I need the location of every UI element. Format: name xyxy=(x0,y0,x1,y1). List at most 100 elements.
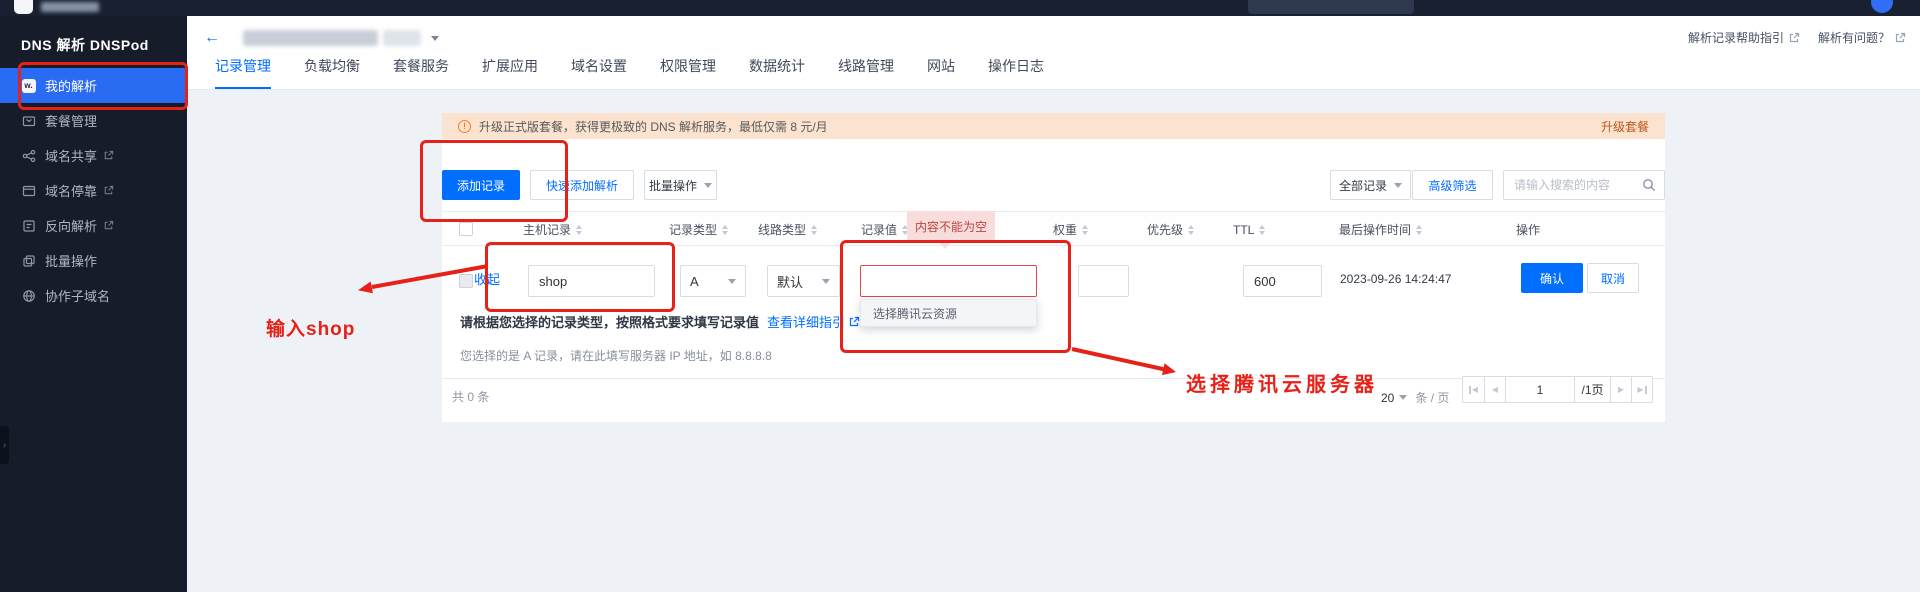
select-all-checkbox[interactable] xyxy=(459,222,473,236)
notice-text: 升级正式版套餐，获得更极致的 DNS 解析服务，最低仅需 8 元/月 xyxy=(479,118,828,135)
header-help-links: 解析记录帮助指引 解析有问题？ xyxy=(1688,29,1906,46)
batch-operation-button[interactable]: 批量操作 xyxy=(644,170,717,200)
tab-website[interactable]: 网站 xyxy=(927,56,955,89)
page-size-select[interactable]: 20 条 / 页 xyxy=(1381,389,1449,406)
back-arrow-icon[interactable]: ← xyxy=(204,29,220,47)
last-page-button[interactable]: ▶ xyxy=(1631,377,1652,402)
col-header-line-type[interactable]: 线路类型 xyxy=(758,212,817,247)
help-guide-link[interactable]: 解析记录帮助指引 xyxy=(1688,29,1800,46)
col-header-last-operated[interactable]: 最后操作时间 xyxy=(1339,212,1422,247)
sidebar-collapse-handle[interactable]: › xyxy=(0,426,9,464)
ttl-input[interactable] xyxy=(1243,265,1322,297)
search-icon[interactable] xyxy=(1642,178,1656,197)
record-value-input[interactable] xyxy=(860,265,1037,297)
page-number-box xyxy=(1505,377,1574,402)
domain-suffix-blurred[interactable] xyxy=(383,30,421,46)
tencent-cloud-logo-text-blurred xyxy=(41,2,99,12)
col-header-host[interactable]: 主机记录 xyxy=(523,212,582,247)
sidebar-item-reverse-dns[interactable]: 反向解析 xyxy=(0,208,187,243)
next-page-button[interactable]: ▶ xyxy=(1610,377,1631,402)
record-edit-row: 收起 A 默认 选择腾讯云资源 2023-09-26 14:24:47 确认 取… xyxy=(442,246,1665,311)
cancel-button[interactable]: 取消 xyxy=(1587,263,1639,293)
sidebar-item-domain-sharing[interactable]: 域名共享 xyxy=(0,138,187,173)
tab-package-services[interactable]: 套餐服务 xyxy=(393,56,449,89)
add-record-button[interactable]: 添加记录 xyxy=(442,170,520,200)
tab-domain-settings[interactable]: 域名设置 xyxy=(571,56,627,89)
row-checkbox[interactable] xyxy=(459,274,473,288)
sidebar-item-label: 批量操作 xyxy=(45,251,97,270)
caret-down-icon xyxy=(1394,183,1402,188)
sidebar-item-collaborative-subdomain[interactable]: 协作子域名 xyxy=(0,278,187,313)
tab-record-management[interactable]: 记录管理 xyxy=(215,56,271,89)
a-record-hint: 您选择的是 A 记录，请在此填写服务器 IP 地址，如 8.8.8.8 xyxy=(460,347,772,364)
record-search-input[interactable] xyxy=(1504,171,1664,199)
col-header-record-type[interactable]: 记录类型 xyxy=(669,212,728,247)
sidebar-title: DNS 解析 DNSPod xyxy=(0,16,187,55)
topbar-search-input[interactable] xyxy=(1248,0,1414,14)
sidebar-item-label: 我的解析 xyxy=(45,76,97,95)
external-link-icon xyxy=(103,220,114,231)
tooltip-caret xyxy=(938,241,952,249)
first-page-button[interactable]: ◀ xyxy=(1463,377,1484,402)
collapse-row-link[interactable]: 收起 xyxy=(474,269,500,288)
domain-name-blurred[interactable] xyxy=(243,30,378,46)
sort-icon[interactable] xyxy=(1188,225,1194,235)
dns-parse-icon: w. xyxy=(21,78,36,93)
weight-input[interactable] xyxy=(1078,265,1129,297)
sidebar-item-package-management[interactable]: 套餐管理 xyxy=(0,103,187,138)
tab-permission-management[interactable]: 权限管理 xyxy=(660,56,716,89)
tab-line-management[interactable]: 线路管理 xyxy=(838,56,894,89)
tab-extended-apps[interactable]: 扩展应用 xyxy=(482,56,538,89)
host-record-input[interactable] xyxy=(528,265,655,297)
col-header-record-value[interactable]: 记录值 xyxy=(861,212,908,247)
page-number-input[interactable] xyxy=(1506,377,1574,402)
sort-icon[interactable] xyxy=(1259,225,1265,235)
domain-switch-caret-icon[interactable] xyxy=(431,36,439,41)
tab-data-statistics[interactable]: 数据统计 xyxy=(749,56,805,89)
sort-icon[interactable] xyxy=(576,225,582,235)
external-link-icon xyxy=(103,150,114,161)
annotation-text-select-server: 选择腾讯云服务器 xyxy=(1186,368,1378,397)
sort-icon[interactable] xyxy=(811,225,817,235)
last-operated-time: 2023-09-26 14:24:47 xyxy=(1340,272,1451,286)
record-value-help: 请根据您选择的记录类型，按照格式要求填写记录值 查看详细指引 xyxy=(460,312,860,331)
sort-icon[interactable] xyxy=(1082,225,1088,235)
confirm-button[interactable]: 确认 xyxy=(1521,263,1583,293)
sidebar-item-batch-operations[interactable]: 批量操作 xyxy=(0,243,187,278)
line-type-value: 默认 xyxy=(777,272,803,291)
upgrade-package-link[interactable]: 升级套餐 xyxy=(1601,118,1649,135)
sidebar-item-label: 域名共享 xyxy=(45,146,97,165)
sidebar-item-label: 协作子域名 xyxy=(45,286,110,305)
window-icon xyxy=(21,183,36,198)
col-header-weight[interactable]: 权重 xyxy=(1053,212,1088,247)
line-type-select[interactable]: 默认 xyxy=(767,265,840,297)
view-detailed-guide-link[interactable]: 查看详细指引 xyxy=(767,312,860,331)
dnspod-console: DNS 解析 DNSPod w. 我的解析 套餐管理 域名共享 xyxy=(0,0,1920,592)
globe-icon xyxy=(21,288,36,303)
tab-load-balancing[interactable]: 负载均衡 xyxy=(304,56,360,89)
record-filter-label: 全部记录 xyxy=(1339,177,1387,194)
record-search-box xyxy=(1503,170,1665,200)
info-icon: ! xyxy=(458,120,471,133)
record-type-value: A xyxy=(690,274,699,289)
tab-operation-log[interactable]: 操作日志 xyxy=(988,56,1044,89)
record-filter-dropdown[interactable]: 全部记录 xyxy=(1330,170,1411,200)
help-guide-label: 解析记录帮助指引 xyxy=(1688,29,1784,46)
quick-add-button[interactable]: 快速添加解析 xyxy=(530,170,634,200)
pagination: ◀ ◀ /1页 ▶ ▶ xyxy=(1462,376,1653,403)
col-header-ttl[interactable]: TTL xyxy=(1233,212,1265,247)
record-value-suggest-panel: 选择腾讯云资源 xyxy=(860,299,1037,327)
record-type-select[interactable]: A xyxy=(680,265,746,297)
previous-page-button[interactable]: ◀ xyxy=(1484,377,1505,402)
sort-icon[interactable] xyxy=(1416,225,1422,235)
breadcrumb: ← xyxy=(204,29,439,47)
advanced-filter-button[interactable]: 高级筛选 xyxy=(1412,170,1493,200)
sidebar-item-my-dns[interactable]: w. 我的解析 xyxy=(0,68,187,103)
share-icon xyxy=(21,148,36,163)
col-header-priority[interactable]: 优先级 xyxy=(1147,212,1194,247)
select-tencent-cloud-resource-option[interactable]: 选择腾讯云资源 xyxy=(861,305,957,322)
sort-icon[interactable] xyxy=(722,225,728,235)
help-question-link[interactable]: 解析有问题？ xyxy=(1818,29,1906,46)
sidebar-item-domain-parking[interactable]: 域名停靠 xyxy=(0,173,187,208)
user-avatar[interactable] xyxy=(1871,0,1893,13)
